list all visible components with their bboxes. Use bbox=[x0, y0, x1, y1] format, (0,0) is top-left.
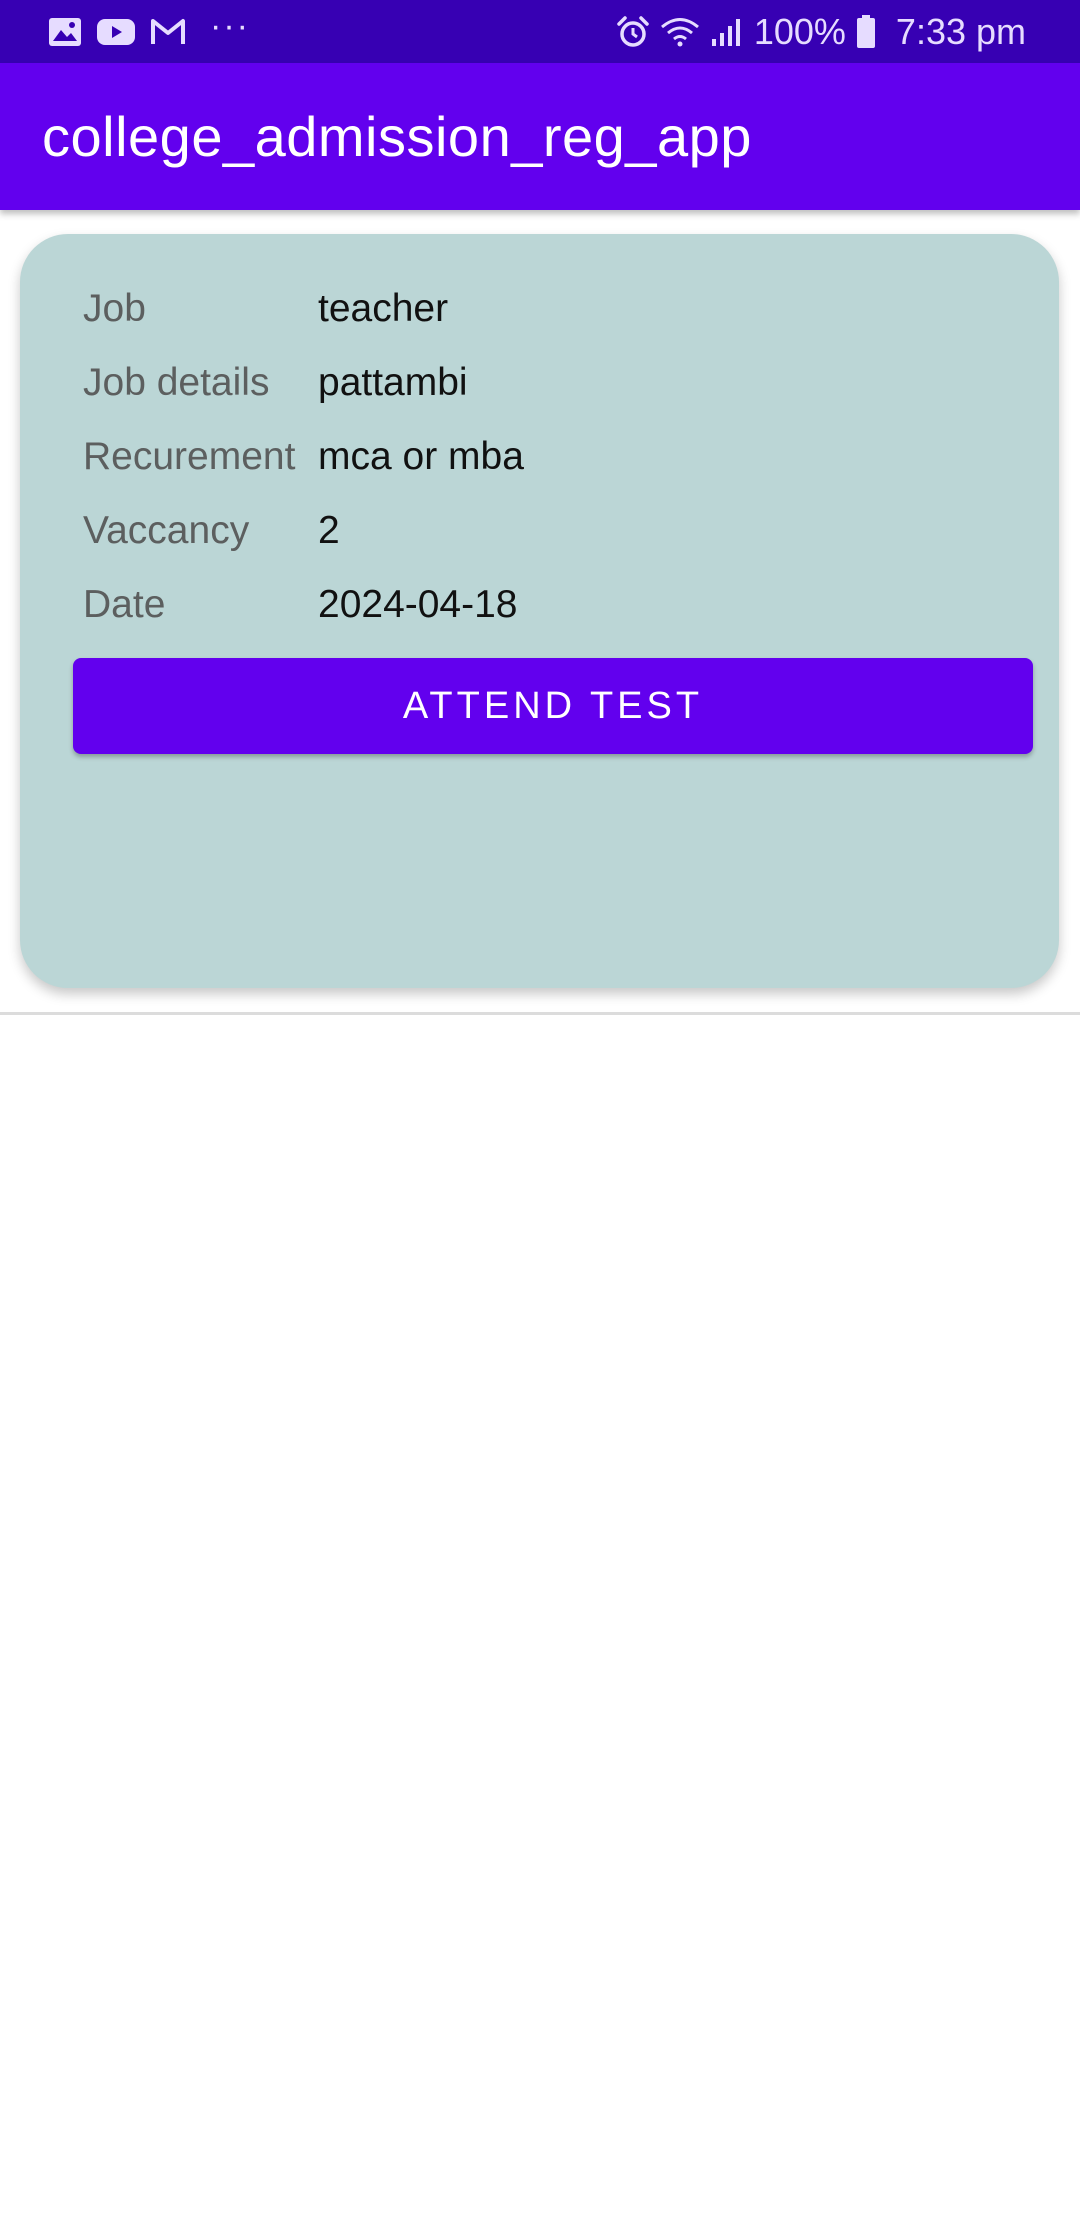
wifi-icon bbox=[660, 16, 700, 48]
recurement-label: Recurement bbox=[83, 435, 296, 478]
job-label: Job bbox=[83, 287, 146, 330]
list-divider bbox=[0, 1012, 1080, 1015]
app-title: college_admission_reg_app bbox=[42, 105, 752, 168]
date-row: Date 2024-04-18 bbox=[83, 568, 518, 642]
gallery-icon bbox=[48, 17, 82, 47]
signal-icon bbox=[710, 17, 744, 47]
recurement-row: Recurement mca or mba bbox=[83, 420, 524, 494]
notification-icons: ··· bbox=[48, 0, 250, 63]
attend-test-button[interactable]: ATTEND TEST bbox=[73, 658, 1033, 754]
job-details-value: pattambi bbox=[318, 361, 468, 404]
recurement-value: mca or mba bbox=[318, 435, 524, 478]
date-value: 2024-04-18 bbox=[318, 583, 518, 626]
system-status: 100% 7:33 pm bbox=[616, 0, 1026, 63]
job-value: teacher bbox=[318, 287, 449, 330]
job-details-label: Job details bbox=[83, 361, 270, 404]
vaccancy-value: 2 bbox=[318, 509, 340, 552]
more-notifications-icon: ··· bbox=[210, 6, 250, 45]
job-details-row: Job details pattambi bbox=[83, 346, 468, 420]
alarm-icon bbox=[616, 15, 650, 49]
youtube-icon bbox=[96, 17, 136, 47]
battery-icon bbox=[856, 14, 876, 49]
app-bar: college_admission_reg_app bbox=[0, 63, 1080, 210]
job-row: Job teacher bbox=[83, 272, 448, 346]
gmail-icon bbox=[150, 18, 186, 46]
vaccancy-row: Vaccancy 2 bbox=[83, 494, 340, 568]
job-card: Job teacher Job details pattambi Recurement m… bbox=[20, 234, 1059, 988]
vaccancy-label: Vaccancy bbox=[83, 509, 250, 552]
status-bar: ··· 100% 7:33 pm bbox=[0, 0, 1080, 63]
date-label: Date bbox=[83, 583, 166, 626]
battery-percent: 100% bbox=[753, 10, 846, 52]
clock: 7:33 pm bbox=[895, 10, 1026, 52]
